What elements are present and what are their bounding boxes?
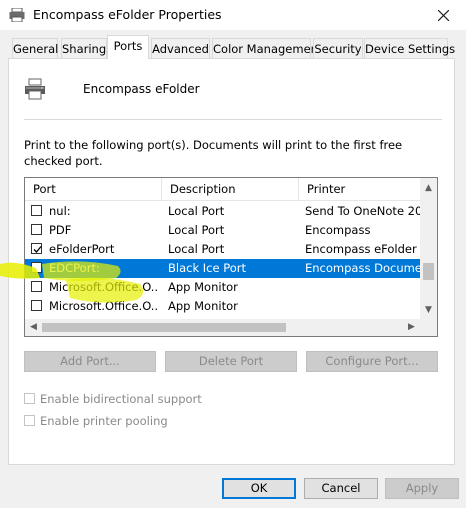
- tab-general[interactable]: General: [12, 38, 58, 58]
- close-button[interactable]: [420, 0, 466, 30]
- scroll-thumb[interactable]: [42, 323, 286, 332]
- horizontal-scrollbar[interactable]: ◀ ▶: [25, 319, 437, 336]
- cancel-button[interactable]: Cancel: [304, 478, 378, 499]
- highlighter-mark: [0, 261, 144, 303]
- tab-label: Ports: [113, 39, 143, 53]
- scroll-right-icon[interactable]: ▶: [403, 319, 420, 336]
- printer-icon: [9, 7, 25, 23]
- port-checkbox[interactable]: [31, 205, 42, 216]
- checkbox-label: Enable printer pooling: [40, 414, 168, 428]
- port-description: Black Ice Port: [168, 261, 247, 275]
- column-header-port[interactable]: Port: [25, 178, 162, 200]
- port-description: Local Port: [168, 204, 225, 218]
- tab-label: General: [13, 42, 59, 56]
- printer-name: Encompass eFolder: [83, 82, 200, 96]
- column-header-printer[interactable]: Printer: [299, 178, 437, 200]
- port-description: Local Port: [168, 242, 225, 256]
- tab-label: Advanced: [152, 42, 209, 56]
- scroll-left-icon[interactable]: ◀: [25, 319, 42, 336]
- port-printer: Encompass eFolder: [305, 242, 417, 256]
- column-header-description[interactable]: Description: [162, 178, 299, 200]
- checkbox-label: Enable bidirectional support: [40, 392, 202, 406]
- tab-color-management[interactable]: Color Management: [212, 38, 322, 58]
- ports-description: Print to the following port(s). Document…: [24, 138, 403, 168]
- port-printer: Encompass: [305, 223, 371, 237]
- port-description: Local Port: [168, 223, 225, 237]
- tab-device-settings[interactable]: Device Settings: [364, 38, 455, 58]
- ok-button[interactable]: OK: [222, 478, 296, 499]
- delete-port-button[interactable]: Delete Port: [165, 351, 297, 372]
- scroll-down-icon[interactable]: ▼: [420, 302, 437, 319]
- port-printer: Encompass Document: [305, 261, 425, 275]
- checkbox-box[interactable]: [24, 393, 35, 404]
- list-header: Port Description Printer: [25, 178, 437, 201]
- divider: [24, 119, 442, 120]
- port-row[interactable]: PDF Local Port Encompass: [25, 221, 425, 240]
- apply-button[interactable]: Apply: [385, 478, 459, 499]
- port-name: nul:: [49, 204, 71, 218]
- configure-port-button[interactable]: Configure Port...: [306, 351, 438, 372]
- tab-sharing[interactable]: Sharing: [61, 38, 107, 58]
- checkbox-box[interactable]: [24, 415, 35, 426]
- add-port-button[interactable]: Add Port...: [24, 351, 156, 372]
- port-name: PDF: [49, 223, 72, 237]
- window-title: Encompass eFolder Properties: [33, 7, 222, 22]
- tab-label: Color Management: [213, 42, 323, 56]
- port-description: App Monitor: [168, 280, 238, 294]
- close-icon: [437, 9, 449, 21]
- tab-label: Device Settings: [365, 42, 456, 56]
- tab-security[interactable]: Security: [313, 38, 363, 58]
- port-printer: Send To OneNote 2013: [305, 204, 425, 218]
- scroll-up-icon[interactable]: ▲: [420, 180, 437, 197]
- tab-label: Security: [314, 42, 362, 56]
- tab-ports[interactable]: Ports: [107, 35, 149, 59]
- port-description: App Monitor: [168, 299, 238, 313]
- printer-icon: [24, 77, 46, 101]
- port-row[interactable]: nul: Local Port Send To OneNote 2013: [25, 202, 425, 221]
- tab-advanced[interactable]: Advanced: [151, 38, 210, 58]
- port-checkbox[interactable]: [31, 224, 42, 235]
- tab-label: Sharing: [62, 42, 107, 56]
- vertical-scrollbar[interactable]: ▲ ▼: [420, 178, 437, 319]
- scroll-thumb[interactable]: [423, 263, 434, 280]
